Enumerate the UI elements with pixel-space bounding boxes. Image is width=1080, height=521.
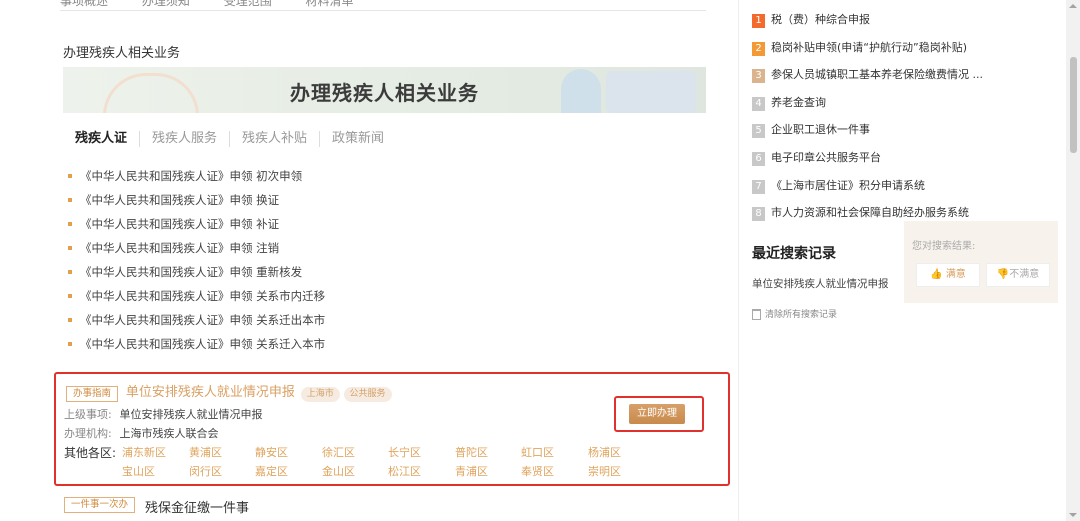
thumbs-down-icon: 👎 bbox=[996, 269, 1010, 280]
list-item[interactable]: 6 电子印章公共服务平台 bbox=[752, 149, 983, 177]
banner: 办理残疾人相关业务 bbox=[63, 67, 706, 113]
one-stop-tag: 一件事一次办 bbox=[64, 497, 136, 513]
region-badge: 上海市 bbox=[300, 387, 340, 402]
district-link[interactable]: 松江区 bbox=[388, 463, 421, 479]
rank-badge: 6 bbox=[752, 151, 765, 166]
list-item[interactable]: 5 企业职工退休一件事 bbox=[752, 121, 983, 149]
tab-bar: 残疾人证 残疾人服务 残疾人补贴 政策新闻 bbox=[75, 131, 396, 151]
tab-disability-card[interactable]: 残疾人证 bbox=[75, 131, 139, 147]
service-list: 《中华人民共和国残疾人证》申领 初次申领 《中华人民共和国残疾人证》申领 换证 … bbox=[68, 167, 325, 359]
district-link[interactable]: 徐汇区 bbox=[322, 444, 355, 460]
org-value: 上海市残疾人联合会 bbox=[119, 427, 219, 440]
district-link[interactable]: 浦东新区 bbox=[122, 444, 166, 460]
district-link[interactable]: 杨浦区 bbox=[588, 444, 621, 460]
top-nav-item[interactable]: 材料清单 bbox=[306, 0, 354, 8]
bullet-icon bbox=[68, 317, 72, 322]
top-nav: 事项概述 办理须知 受理范围 材料清单 bbox=[60, 0, 706, 11]
recent-search-title: 最近搜索记录 bbox=[752, 246, 836, 262]
column-divider bbox=[738, 0, 739, 521]
bullet-icon bbox=[68, 341, 72, 346]
list-item[interactable]: 《中华人民共和国残疾人证》申领 关系迁入本市 bbox=[68, 335, 325, 359]
district-link[interactable]: 青浦区 bbox=[455, 463, 488, 479]
parent-value: 单位安排残疾人就业情况申报 bbox=[119, 408, 263, 421]
list-item[interactable]: 《中华人民共和国残疾人证》申领 关系迁出本市 bbox=[68, 311, 325, 335]
tab-policy-news[interactable]: 政策新闻 bbox=[319, 131, 396, 147]
top-nav-item[interactable]: 办理须知 bbox=[142, 0, 190, 8]
list-item[interactable]: 3 参保人员城镇职工基本养老保险缴费情况 ... bbox=[752, 66, 983, 94]
rank-badge: 8 bbox=[752, 207, 765, 222]
list-item[interactable]: 《中华人民共和国残疾人证》申领 注销 bbox=[68, 239, 325, 263]
recent-search-item[interactable]: 单位安排残疾人就业情况申报 bbox=[752, 276, 889, 291]
bullet-icon bbox=[68, 293, 72, 298]
list-item[interactable]: 《中华人民共和国残疾人证》申领 补证 bbox=[68, 215, 325, 239]
next-item-title[interactable]: 残保金征缴一件事 bbox=[145, 497, 249, 516]
district-link[interactable]: 崇明区 bbox=[588, 463, 621, 479]
district-link[interactable]: 虹口区 bbox=[521, 444, 554, 460]
bullet-icon bbox=[68, 221, 72, 226]
hot-list: 1 税（费）种综合申报 2 稳岗补贴申领(申请“护航行动”稳岗补贴) 3 参保人员城镇… bbox=[752, 11, 983, 232]
parent-label: 上级事项: bbox=[64, 408, 112, 421]
satisfied-button[interactable]: 👍 满意 bbox=[916, 263, 980, 287]
rank-badge: 1 bbox=[752, 14, 765, 28]
rank-badge: 2 bbox=[752, 41, 765, 56]
top-nav-item[interactable]: 受理范围 bbox=[224, 0, 272, 8]
guide-title[interactable]: 单位安排残疾人就业情况申报 bbox=[126, 385, 295, 400]
list-item[interactable]: 《中华人民共和国残疾人证》申领 关系市内迁移 bbox=[68, 287, 325, 311]
rank-badge: 7 bbox=[752, 179, 765, 194]
bullet-icon bbox=[68, 173, 72, 178]
rank-badge: 5 bbox=[752, 124, 765, 139]
district-link[interactable]: 金山区 bbox=[322, 463, 355, 479]
clear-history-link[interactable]: 清除所有搜索记录 bbox=[752, 307, 837, 320]
apply-highlight: 立即办理 bbox=[614, 396, 704, 432]
tab-disability-subsidy[interactable]: 残疾人补贴 bbox=[229, 131, 319, 147]
bullet-icon bbox=[68, 197, 72, 202]
apply-now-button[interactable]: 立即办理 bbox=[629, 404, 685, 424]
scroll-down-icon[interactable] bbox=[1069, 513, 1077, 517]
district-link[interactable]: 长宁区 bbox=[388, 444, 421, 460]
district-link[interactable]: 普陀区 bbox=[455, 444, 488, 460]
district-link[interactable]: 奉贤区 bbox=[521, 463, 554, 479]
rank-badge: 3 bbox=[752, 69, 765, 84]
section-title: 办理残疾人相关业务 bbox=[63, 46, 181, 61]
list-item[interactable]: 2 稳岗补贴申领(申请“护航行动”稳岗补贴) bbox=[752, 39, 983, 67]
bullet-icon bbox=[68, 245, 72, 250]
list-item[interactable]: 1 税（费）种综合申报 bbox=[752, 11, 983, 39]
list-item[interactable]: 7 《上海市居住证》积分申请系统 bbox=[752, 177, 983, 205]
district-link[interactable]: 黄浦区 bbox=[189, 444, 222, 460]
feedback-panel: 您对搜索结果: 👍 满意 👎不满意 bbox=[904, 221, 1058, 303]
district-link[interactable]: 闵行区 bbox=[189, 463, 222, 479]
district-link[interactable]: 嘉定区 bbox=[255, 463, 288, 479]
list-item[interactable]: 《中华人民共和国残疾人证》申领 换证 bbox=[68, 191, 325, 215]
scroll-up-icon[interactable] bbox=[1069, 4, 1077, 8]
top-nav-item[interactable]: 事项概述 bbox=[60, 0, 108, 8]
org-label: 办理机构: bbox=[64, 427, 112, 440]
list-item[interactable]: 4 养老金查询 bbox=[752, 94, 983, 122]
list-item[interactable]: 《中华人民共和国残疾人证》申领 初次申领 bbox=[68, 167, 325, 191]
districts-label: 其他各区: bbox=[64, 446, 117, 460]
district-link[interactable]: 宝山区 bbox=[122, 463, 155, 479]
trash-icon bbox=[752, 309, 761, 320]
category-badge: 公共服务 bbox=[343, 387, 392, 402]
bullet-icon bbox=[68, 269, 72, 274]
thumbs-up-icon: 👍 bbox=[930, 269, 943, 280]
list-item[interactable]: 《中华人民共和国残疾人证》申领 重新核发 bbox=[68, 263, 325, 287]
scrollbar-thumb[interactable] bbox=[1070, 57, 1077, 153]
guide-tag: 办事指南 bbox=[66, 386, 119, 402]
feedback-label: 您对搜索结果: bbox=[912, 241, 976, 252]
unsatisfied-button[interactable]: 👎不满意 bbox=[986, 263, 1050, 287]
rank-badge: 4 bbox=[752, 96, 765, 111]
banner-title: 办理残疾人相关业务 bbox=[290, 81, 479, 105]
district-link[interactable]: 静安区 bbox=[255, 444, 288, 460]
scrollbar[interactable] bbox=[1066, 0, 1080, 521]
tab-disability-service[interactable]: 残疾人服务 bbox=[139, 131, 229, 147]
